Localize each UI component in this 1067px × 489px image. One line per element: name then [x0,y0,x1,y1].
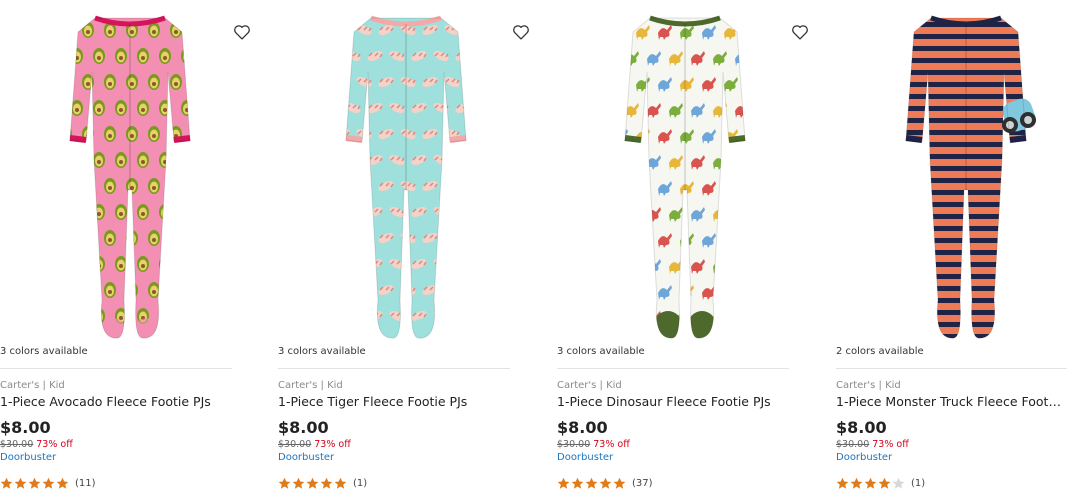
product-card: 3 colors available Carter's | Kid 1-Piec… [557,0,825,489]
product-image[interactable] [557,0,825,345]
colors-available[interactable]: 3 colors available [278,346,366,357]
colors-available[interactable]: 3 colors available [0,346,88,357]
star-filled-icon [42,477,55,489]
star-filled-icon [836,477,849,489]
product-title[interactable]: 1-Piece Dinosaur Fleece Footie PJs [557,394,789,409]
divider [557,368,789,369]
rating[interactable]: (1) [836,476,925,489]
brand-label: Carter's | Kid [836,380,901,391]
doorbuster-badge[interactable]: Doorbuster [836,452,892,463]
review-count: (37) [632,477,653,489]
product-title[interactable]: 1-Piece Avocado Fleece Footie PJs [0,394,232,409]
price-comparison: $30.00 73% off [0,439,73,450]
star-filled-icon [334,477,347,489]
doorbuster-badge[interactable]: Doorbuster [0,452,56,463]
star-filled-icon [28,477,41,489]
star-filled-icon [585,477,598,489]
footie-pajama-image [345,15,467,339]
brand-label: Carter's | Kid [278,380,343,391]
star-filled-icon [850,477,863,489]
brand-label: Carter's | Kid [0,380,65,391]
product-title[interactable]: 1-Piece Monster Truck Fleece Footie PJs [836,394,1063,409]
star-filled-icon [0,477,13,489]
review-count: (1) [353,477,368,489]
discount-label: 73% off [872,439,909,450]
product-image[interactable] [836,0,1067,345]
product-card: 3 colors available Carter's | Kid 1-Piec… [0,0,268,489]
star-filled-icon [56,477,69,489]
product-grid: 3 colors available Carter's | Kid 1-Piec… [0,0,1067,489]
heart-outline-icon[interactable] [791,24,809,40]
colors-available[interactable]: 3 colors available [557,346,645,357]
star-filled-icon [306,477,319,489]
star-empty-icon [892,477,905,489]
product-card: 2 colors available Carter's | Kid 1-Piec… [836,0,1067,489]
price-comparison: $30.00 73% off [557,439,630,450]
star-filled-icon [278,477,291,489]
discount-label: 73% off [314,439,351,450]
star-filled-icon [557,477,570,489]
divider [0,368,232,369]
star-filled-icon [14,477,27,489]
product-image[interactable] [0,0,268,345]
pajama-body [906,18,1026,339]
divider [278,368,510,369]
rating[interactable]: (11) [0,476,96,489]
star-filled-icon [613,477,626,489]
sale-price: $8.00 [836,418,887,437]
doorbuster-badge[interactable]: Doorbuster [557,452,613,463]
discount-label: 73% off [36,439,73,450]
sale-price: $8.00 [0,418,51,437]
footie-pajama-image [69,15,191,339]
footie-pajama-image [624,15,746,339]
sale-price: $8.00 [278,418,329,437]
colors-available[interactable]: 2 colors available [836,346,924,357]
star-filled-icon [320,477,333,489]
rating[interactable]: (1) [278,476,367,489]
footie-pajama-image [905,15,1036,339]
original-price: $30.00 [278,439,312,450]
original-price: $30.00 [557,439,591,450]
product-title[interactable]: 1-Piece Tiger Fleece Footie PJs [278,394,510,409]
star-filled-icon [878,477,891,489]
price-comparison: $30.00 73% off [278,439,351,450]
star-rating [557,477,627,489]
star-filled-icon [599,477,612,489]
heart-outline-icon[interactable] [512,24,530,40]
brand-label: Carter's | Kid [557,380,622,391]
star-rating [0,477,70,489]
price-comparison: $30.00 73% off [836,439,909,450]
star-filled-icon [292,477,305,489]
heart-outline-icon[interactable] [233,24,251,40]
review-count: (1) [911,477,926,489]
star-filled-icon [864,477,877,489]
star-rating [836,477,906,489]
star-filled-icon [571,477,584,489]
original-price: $30.00 [0,439,34,450]
product-card: 3 colors available Carter's | Kid 1-Piec… [278,0,546,489]
pajama-body [70,18,190,339]
discount-label: 73% off [593,439,630,450]
doorbuster-badge[interactable]: Doorbuster [278,452,334,463]
rating[interactable]: (37) [557,476,653,489]
original-price: $30.00 [836,439,870,450]
review-count: (11) [75,477,96,489]
divider [836,368,1067,369]
star-rating [278,477,348,489]
product-image[interactable] [278,0,546,345]
sale-price: $8.00 [557,418,608,437]
